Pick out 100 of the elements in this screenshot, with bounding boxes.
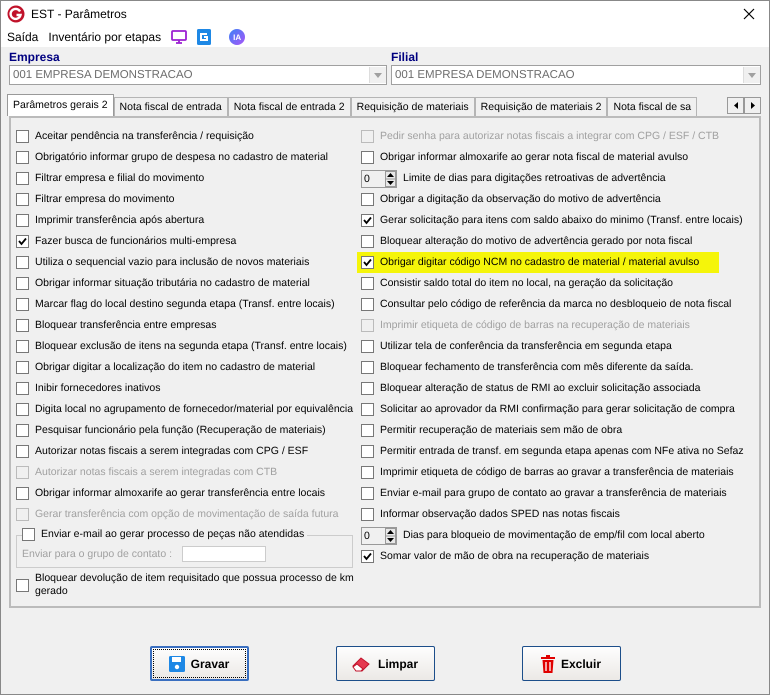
option-label: Consistir saldo total do item no local, na geração da solicitação [380,277,673,290]
checkbox[interactable] [16,151,29,164]
option-label: Autorizar notas fiscais a serem integradas com CPG / ESF [35,445,308,458]
right-arrow-icon [750,102,754,109]
field-label: Empresa [9,50,61,64]
checkbox[interactable] [22,528,35,541]
option-label: Bloquear fechamento de transferência com mês diferente da saída. [380,361,694,374]
option-label: Permitir entrada de transf. em segunda etapa apenas com NFe ativa no Sefaz [380,445,744,458]
checkbox[interactable] [361,277,374,290]
checkbox[interactable] [361,550,374,563]
tab[interactable]: Parâmetros gerais 2 [7,94,114,116]
checkbox[interactable] [16,172,29,185]
close-icon[interactable] [743,8,755,20]
option-label: Bloquear alteração de status de RMI ao excluir solicitação associada [380,382,700,395]
number-spinner[interactable]: 0 [361,526,397,544]
option-label: Autorizar notas fiscais a serem integradas com CTB [35,466,278,479]
checkbox[interactable] [361,403,374,416]
dropdown-field[interactable]: 001 EMPRESA DEMONSTRACAO [9,65,387,85]
checkbox[interactable] [16,403,29,416]
action-button[interactable]: Excluir [522,646,620,681]
checkbox[interactable] [361,256,374,269]
option-label: Imprimir transferência após abertura [35,214,204,227]
action-button[interactable]: Limpar [336,646,434,681]
checkbox[interactable] [16,130,29,143]
scroll-right-button[interactable] [744,97,761,114]
app-logo-icon [7,5,25,23]
option-label: Obrigar digitar código NCM no cadastro de material / material avulso [380,256,700,269]
option-label: Bloquear devolução de item requisitado que possua processo de km gerado [35,572,355,598]
checkbox[interactable] [16,382,29,395]
option-label: Filtrar empresa do movimento [35,193,174,206]
option-label: Fazer busca de funcionários multi-empresa [35,235,236,248]
checkbox[interactable] [16,193,29,206]
checkbox[interactable] [16,214,29,227]
checkbox[interactable] [361,424,374,437]
window-title: EST - Parâmetros [31,7,128,21]
dropdown-arrow-icon [748,72,756,78]
tab[interactable]: Nota fiscal de entrada [114,97,228,116]
dropdown-arrow-icon [374,72,382,78]
checkbox[interactable] [361,340,374,353]
checkbox[interactable] [16,298,29,311]
checkbox[interactable] [16,361,29,374]
option-label: Imprimir etiqueta de código de barras ao gravar a transferência de materiais [380,466,734,479]
checkbox[interactable] [361,193,374,206]
checkbox[interactable] [361,508,374,521]
checkbox[interactable] [361,151,374,164]
checkbox[interactable] [361,487,374,500]
tab[interactable]: Requisição de materiais 2 [474,97,608,116]
menu-item[interactable]: Saída [7,30,38,44]
checkbox[interactable] [16,235,29,248]
checkbox[interactable] [16,319,29,332]
menu-item[interactable]: Inventário por etapas [48,30,162,44]
option-label: Enviar e-mail para grupo de contato ao gravar a transferência de materiais [380,487,727,500]
checkbox[interactable] [16,340,29,353]
option-label: Limite de dias para digitações retroativas de advertência [403,172,666,185]
option-label: Bloquear exclusão de itens na segunda etapa (Transf. entre locais) [35,340,347,353]
tab[interactable]: Nota fiscal de sa [607,97,698,116]
option-label: Gerar transferência com opção de movimentação de saída futura [35,508,338,521]
checkbox[interactable] [361,466,374,479]
option-label: Enviar e-mail ao gerar processo de peças não atendidas [41,528,304,541]
option-label: Inibir fornecedores inativos [35,382,160,395]
option-label: Obrigatório informar grupo de despesa no cadastro de material [35,151,328,164]
checkbox[interactable] [361,382,374,395]
option-label: Imprimir etiqueta de código de barras na recuperação de materiais [380,319,690,332]
option-label: Obrigar digitar a localização do item no cadastro de material [35,361,316,374]
option-label: Somar valor de mão de obra na recuperação de materiais [380,550,650,563]
dropdown-field[interactable]: 001 EMPRESA DEMONSTRACAO [391,65,761,85]
checkbox[interactable] [361,361,374,374]
checkbox[interactable] [16,445,29,458]
trash-icon [540,654,555,672]
option-label: Solicitar ao aprovador da RMI confirmação para gerar solicitação de compra [380,403,735,416]
option-label: Utilizar tela de conferência da transferência em segunda etapa [380,340,672,353]
checkbox[interactable] [361,298,374,311]
checkbox[interactable] [361,235,374,248]
option-label: Aceitar pendência na transferência / requisição [35,130,254,143]
tab[interactable]: Nota fiscal de entrada 2 [228,97,351,116]
checkbox[interactable] [361,445,374,458]
checkbox[interactable] [16,277,29,290]
document-logo-icon[interactable] [197,29,212,45]
option-label: Bloquear alteração do motivo de advertência gerado por nota fiscal [380,235,692,248]
number-spinner[interactable]: 0 [361,170,397,188]
checkbox[interactable] [16,424,29,437]
checkbox[interactable] [16,487,29,500]
spinner-arrows-icon[interactable] [385,170,396,186]
spinner-arrows-icon[interactable] [385,528,396,544]
action-button[interactable]: Gravar [150,646,248,681]
checkbox[interactable] [16,578,29,592]
monitor-icon[interactable] [171,30,188,44]
scroll-left-button[interactable] [727,97,744,114]
checkbox[interactable] [16,256,29,269]
checkbox[interactable] [361,214,374,227]
option-label: Pedir senha para autorizar notas fiscais a integrar com CPG / ESF / CTB [380,130,720,143]
option-label: Marcar flag do local destino segunda etapa (Transf. entre locais) [35,298,335,311]
assistant-button[interactable]: IA [229,29,246,45]
option-label: Obrigar informar almoxarife ao gerar transferência entre locais [35,487,326,500]
eraser-icon [352,656,372,672]
option-label: Obrigar informar almoxarife ao gerar nota fiscal de material avulso [380,151,688,164]
left-arrow-icon [734,102,738,109]
contact-group-field[interactable] [182,546,266,562]
option-label: Bloquear transferência entre empresas [35,319,217,332]
tab[interactable]: Requisição de materiais [350,97,475,116]
